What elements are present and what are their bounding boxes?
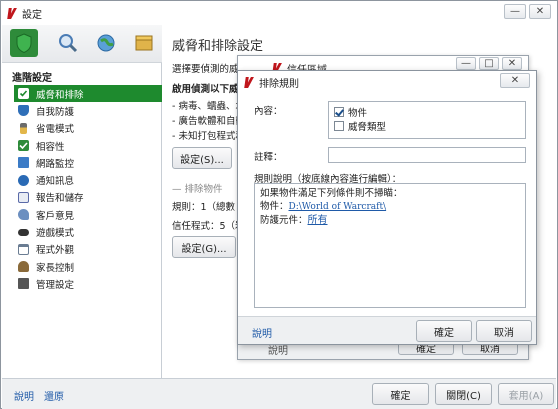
object-prefix: 物件： bbox=[260, 201, 289, 212]
component-line: 防護元件：所有 bbox=[260, 214, 520, 227]
menu-label: 程式外觀 bbox=[36, 245, 75, 257]
parental-control-icon bbox=[18, 261, 29, 273]
menu-item-power-saving[interactable]: 省電模式 bbox=[14, 120, 162, 137]
threat-settings-button[interactable]: 設定(S)... bbox=[172, 147, 232, 169]
comment-input[interactable] bbox=[328, 147, 526, 163]
kaspersky-logo-icon bbox=[244, 77, 255, 88]
gamepad-icon bbox=[18, 228, 29, 236]
settings-titlebar: 設定 — ✕ bbox=[1, 1, 557, 25]
menu-item-appearance[interactable]: 程式外觀 bbox=[14, 241, 162, 258]
menu-label: 客戶意見 bbox=[36, 210, 75, 222]
settings-menu: 威脅和排除 自我防護 省電模式 相容性 網路監控 通知訊息 報告和儲存 客戶意見… bbox=[14, 85, 162, 293]
settings-title: 設定 bbox=[22, 9, 42, 21]
category-tabs bbox=[2, 25, 162, 63]
exclusions-heading-text: 排除物件 bbox=[184, 184, 223, 195]
menu-item-manage[interactable]: 管理設定 bbox=[14, 275, 162, 292]
info-icon bbox=[18, 174, 29, 186]
component-prefix: 防護元件： bbox=[260, 215, 308, 226]
help-link[interactable]: 說明 bbox=[14, 388, 34, 403]
menu-label: 網路監控 bbox=[36, 158, 75, 170]
page-title: 威脅和排除設定 bbox=[172, 39, 264, 54]
menu-label: 通知訊息 bbox=[36, 176, 75, 188]
component-link[interactable]: 所有 bbox=[308, 215, 328, 226]
close-icon[interactable]: ✕ bbox=[502, 57, 522, 70]
object-line: 物件：D:\World of Warcraft\ bbox=[260, 200, 520, 214]
object-option-label: 物件 bbox=[348, 108, 368, 119]
content-options-box: 物件 威脅類型 bbox=[328, 101, 526, 139]
menu-label: 管理設定 bbox=[36, 279, 75, 291]
menu-item-notifications[interactable]: 通知訊息 bbox=[14, 171, 162, 188]
exclusion-settings-button[interactable]: 設定(G)... bbox=[172, 236, 236, 258]
threat-type-option-label: 威脅類型 bbox=[348, 122, 387, 133]
protection-shield-icon[interactable] bbox=[10, 29, 38, 57]
save-icon bbox=[18, 278, 29, 290]
rule-cancel-button[interactable]: 取消 bbox=[476, 320, 532, 342]
window-icon bbox=[18, 243, 29, 255]
menu-label: 省電模式 bbox=[36, 124, 75, 136]
checkbox-check-icon bbox=[18, 140, 29, 152]
minimize-icon[interactable]: — bbox=[456, 57, 476, 70]
menu-item-compatibility[interactable]: 相容性 bbox=[14, 137, 162, 154]
close-dialog-button[interactable]: 關閉(C) bbox=[435, 383, 492, 405]
menu-label: 自我防護 bbox=[36, 106, 75, 118]
menu-item-threats-exclusions[interactable]: 威脅和排除 bbox=[14, 85, 162, 103]
exclusion-rule-titlebar: 排除規則 ✕ bbox=[238, 71, 536, 93]
exclusion-rule-title: 排除規則 bbox=[259, 78, 299, 90]
shield-icon bbox=[18, 105, 29, 117]
object-path-link[interactable]: D:\World of Warcraft\ bbox=[289, 202, 387, 212]
threat-type-option[interactable]: 威脅類型 bbox=[334, 119, 386, 133]
settings-footer: 說明 還原 確定 關閉(C) 套用(A) bbox=[2, 378, 556, 409]
close-button[interactable]: ✕ bbox=[529, 4, 551, 19]
rule-help-link[interactable]: 說明 bbox=[252, 325, 272, 340]
detect-item: - 廣告軟體和自動 bbox=[172, 116, 245, 127]
menu-label: 威脅和排除 bbox=[36, 89, 84, 101]
network-icon bbox=[18, 157, 29, 169]
detect-heading: 啟用偵測以下威 bbox=[172, 84, 239, 95]
minimize-button[interactable]: — bbox=[504, 4, 526, 19]
close-icon[interactable]: ✕ bbox=[500, 73, 530, 88]
advanced-settings-heading: 進階設定 bbox=[12, 73, 52, 84]
menu-item-parental[interactable]: 家長控制 bbox=[14, 258, 162, 275]
object-checkbox[interactable] bbox=[334, 107, 344, 117]
exclusion-rule-footer: 說明 確定 取消 bbox=[238, 316, 536, 344]
kaspersky-logo-icon bbox=[7, 8, 18, 19]
detect-item: - 病毒、蠕蟲、木 bbox=[172, 101, 245, 112]
menu-label: 家長控制 bbox=[36, 262, 75, 274]
detect-item: - 未知打包程式和 bbox=[172, 131, 245, 142]
comment-label: 註釋： bbox=[254, 152, 283, 163]
update-globe-icon[interactable] bbox=[92, 29, 120, 57]
menu-item-reports[interactable]: 報告和儲存 bbox=[14, 189, 162, 206]
report-icon bbox=[18, 191, 29, 203]
menu-label: 相容性 bbox=[36, 141, 65, 153]
rules-count-text: 規則：1（總數 1 bbox=[172, 202, 245, 213]
advanced-box-icon[interactable] bbox=[130, 29, 158, 57]
scan-magnifier-icon[interactable] bbox=[54, 29, 82, 57]
maximize-icon[interactable]: □ bbox=[479, 57, 499, 70]
checkbox-check-icon bbox=[18, 88, 29, 100]
menu-item-self-defense[interactable]: 自我防護 bbox=[14, 102, 162, 119]
rule-description-box: 如果物件滿足下列條件則不掃瞄： 物件：D:\World of Warcraft\… bbox=[254, 183, 526, 308]
rule-condition-text: 如果物件滿足下列條件則不掃瞄： bbox=[260, 188, 403, 199]
content-label: 內容： bbox=[254, 106, 283, 117]
menu-item-feedback[interactable]: 客戶意見 bbox=[14, 206, 162, 223]
menu-label: 遊戲模式 bbox=[36, 228, 75, 240]
ok-button[interactable]: 確定 bbox=[372, 383, 429, 405]
feedback-icon bbox=[18, 209, 29, 221]
menu-label: 報告和儲存 bbox=[36, 193, 84, 205]
menu-item-network[interactable]: 網路監控 bbox=[14, 154, 162, 171]
trusted-apps-text: 信任程式：5（岩 bbox=[172, 221, 245, 232]
exclusions-heading: — 排除物件 bbox=[172, 184, 223, 195]
apply-button[interactable]: 套用(A) bbox=[498, 383, 554, 405]
menu-item-gaming[interactable]: 遊戲模式 bbox=[14, 223, 162, 240]
rule-ok-button[interactable]: 確定 bbox=[416, 320, 472, 342]
threat-type-checkbox[interactable] bbox=[334, 121, 344, 131]
object-option[interactable]: 物件 bbox=[334, 105, 367, 119]
battery-icon bbox=[20, 122, 27, 134]
settings-sidebar: 進階設定 威脅和排除 自我防護 省電模式 相容性 網路監控 通知訊息 報告和儲存… bbox=[2, 25, 162, 378]
exclusion-rule-dialog: 排除規則 ✕ 內容： 物件 威脅類型 註釋： 規則說明（按底線內容進行編輯）： … bbox=[237, 70, 537, 345]
restore-link[interactable]: 還原 bbox=[44, 388, 64, 403]
